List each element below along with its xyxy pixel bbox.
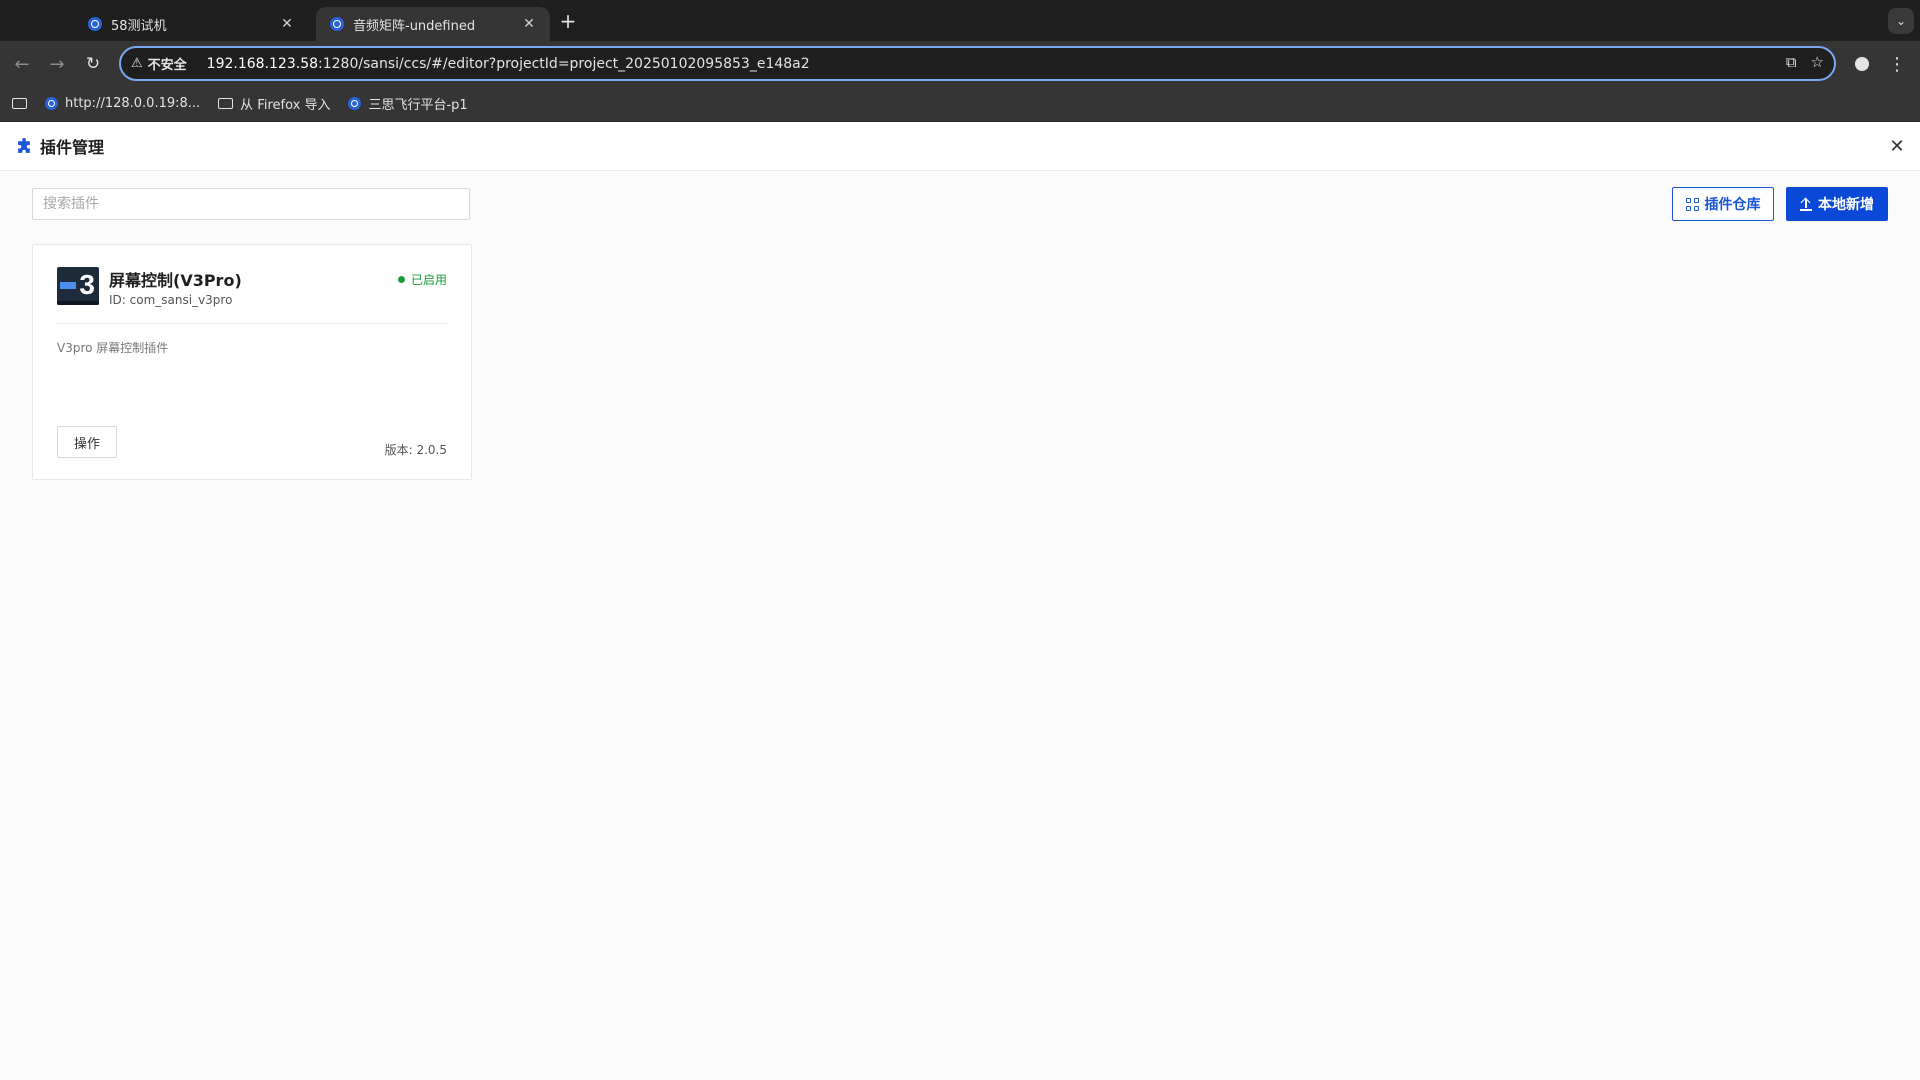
puzzle-icon	[18, 137, 30, 153]
security-indicator[interactable]: ⚠ 不安全	[131, 54, 199, 73]
status-badge: 已启用	[397, 271, 447, 288]
url-host: 192.168.123.58	[206, 55, 319, 72]
reload-icon[interactable]: ↻	[80, 51, 106, 77]
site-favicon-icon	[330, 17, 344, 31]
upload-icon	[1800, 198, 1812, 211]
plugin-search-input[interactable]	[32, 188, 470, 220]
dialog-title: 插件管理	[40, 138, 105, 157]
local-add-label: 本地新增	[1818, 197, 1874, 213]
site-favicon-icon	[88, 17, 102, 31]
plugin-name: 屏幕控制(V3Pro)	[109, 271, 242, 290]
plugin-id: ID: com_sansi_v3pro	[109, 293, 233, 307]
site-favicon-icon	[348, 97, 362, 110]
plugin-repo-button[interactable]: 插件仓库	[1672, 187, 1774, 221]
plugin-card: 3 屏幕控制(V3Pro) ID: com_sansi_v3pro 已启用 V3…	[32, 244, 472, 480]
tab-close-icon[interactable]: ✕	[278, 15, 296, 33]
site-favicon-icon	[45, 97, 58, 110]
plugin-logo: 3	[57, 267, 99, 305]
bookmark-label: http://128.0.0.19:8...	[65, 96, 201, 111]
status-dot-icon	[397, 276, 405, 283]
grid-icon	[1685, 197, 1699, 211]
bookmark-item[interactable]: http://128.0.0.19:8...	[45, 96, 200, 111]
browser-menu-icon[interactable]: ⋮	[1884, 51, 1910, 77]
bookmark-star-icon[interactable]: ☆	[1811, 53, 1824, 71]
status-label: 已启用	[410, 273, 447, 287]
tab-close-icon[interactable]: ✕	[520, 15, 538, 33]
tab-search-chevron-icon[interactable]: ⌄	[1888, 8, 1914, 34]
security-label: 不安全	[147, 58, 187, 73]
folder-icon	[218, 98, 234, 109]
plugin-action-button[interactable]: 操作	[57, 426, 117, 458]
close-icon[interactable]: ✕	[1886, 135, 1908, 157]
new-tab-plus-icon[interactable]: +	[556, 9, 580, 33]
local-add-button[interactable]: 本地新增	[1786, 187, 1888, 221]
browser-toolbar: ← → ↻ ⚠ 不安全 192.168.123.58:1280/sansi/cc…	[0, 41, 1920, 86]
plugin-description: V3pro 屏幕控制插件	[57, 341, 169, 355]
url-text: 192.168.123.58:1280/sansi/ccs/#/editor?p…	[199, 56, 810, 72]
bookmark-folder-item[interactable]: 从 Firefox 导入	[218, 94, 330, 113]
plugin-manager-page: 插件管理 ✕ 插件仓库 本地新增 3 屏幕控制(V3Pro) ID: com_s…	[0, 122, 1920, 1080]
bookmarks-folder-icon[interactable]	[12, 98, 27, 109]
browser-tab-active[interactable]: 音频矩阵-undefined ✕	[316, 7, 550, 41]
warning-triangle-icon: ⚠	[131, 56, 143, 71]
bookmark-label: 三思飞行平台-p1	[368, 98, 468, 113]
tab-title: 58测试机	[111, 18, 167, 34]
bookmark-label: 从 Firefox 导入	[240, 98, 331, 113]
back-arrow-icon[interactable]: ←	[9, 51, 35, 77]
dialog-header: 插件管理 ✕	[0, 122, 1920, 171]
translate-icon[interactable]: ⧉	[1786, 53, 1797, 71]
bookmarks-bar: http://128.0.0.19:8... 从 Firefox 导入 三思飞行…	[0, 86, 1920, 122]
url-path: :1280/sansi/ccs/#/editor?projectId=proje…	[318, 55, 810, 72]
forward-arrow-icon[interactable]: →	[44, 51, 70, 77]
bookmark-item[interactable]: 三思飞行平台-p1	[348, 94, 468, 113]
profile-avatar-icon[interactable]	[1849, 51, 1875, 77]
browser-tab[interactable]: 58测试机 ✕	[74, 7, 308, 41]
address-bar[interactable]: ⚠ 不安全 192.168.123.58:1280/sansi/ccs/#/ed…	[119, 46, 1836, 81]
plugin-version: 版本: 2.0.5	[384, 443, 447, 457]
browser-tabstrip: 58测试机 ✕ 音频矩阵-undefined ✕ + ⌄	[0, 0, 1920, 41]
tab-title: 音频矩阵-undefined	[353, 18, 476, 34]
card-divider	[57, 323, 449, 324]
plugin-repo-label: 插件仓库	[1704, 197, 1761, 213]
